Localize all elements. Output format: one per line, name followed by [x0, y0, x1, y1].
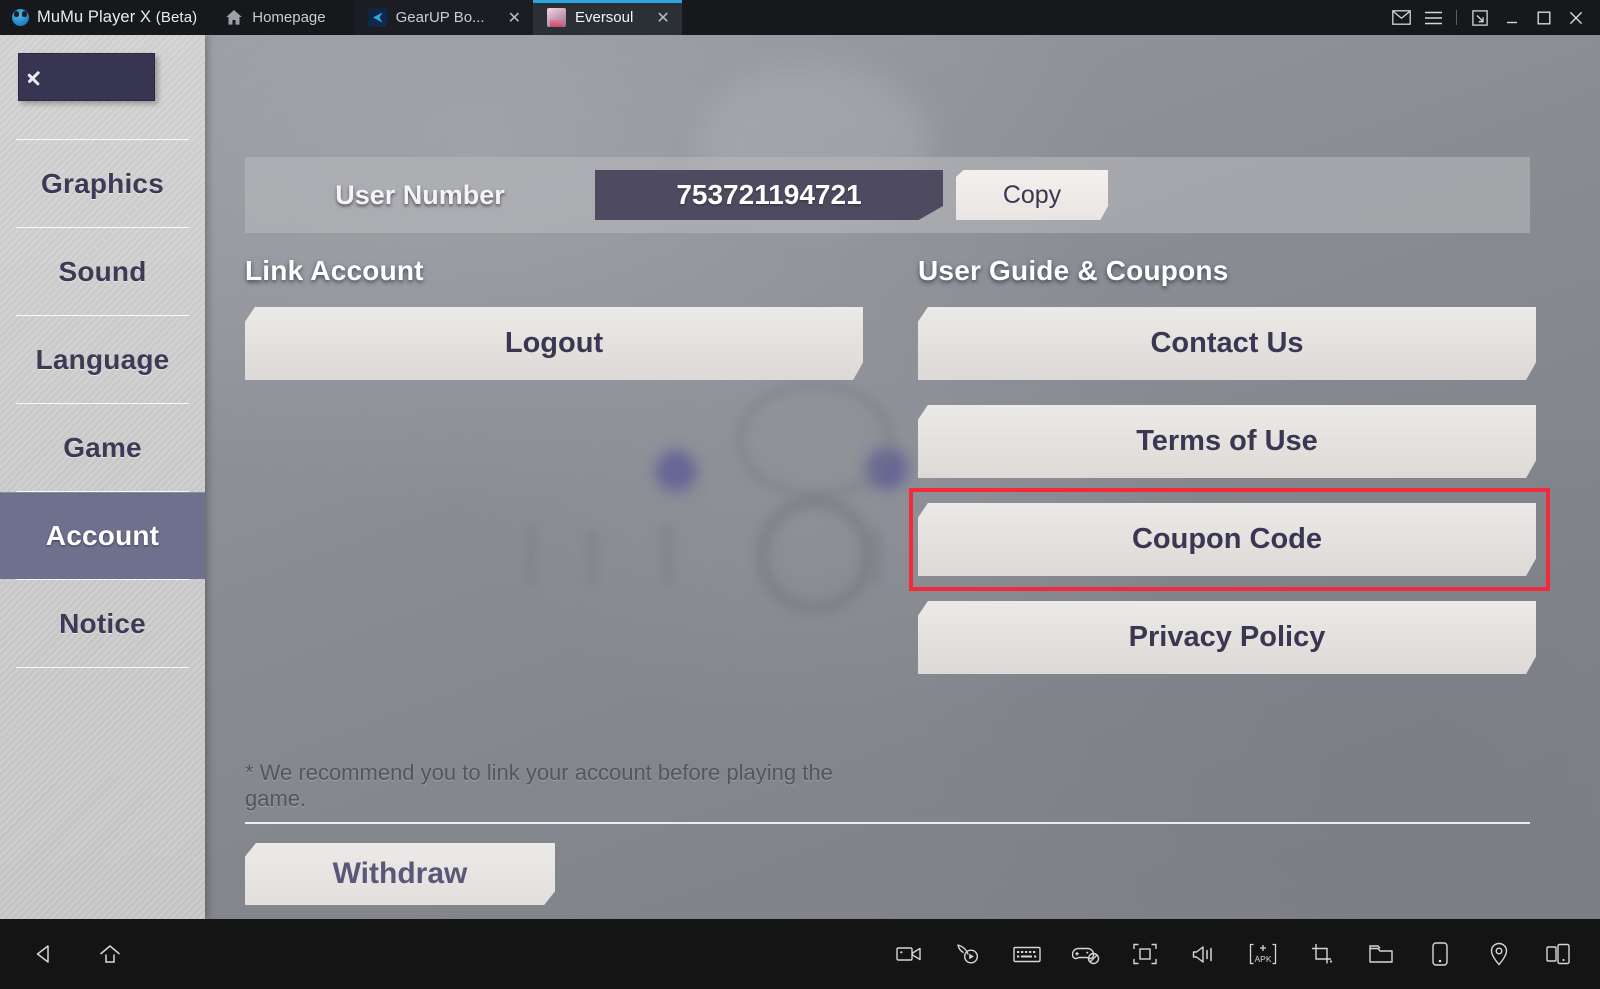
crop-screenshot-icon[interactable] [1300, 931, 1344, 977]
sidebar-item-label: Sound [58, 255, 147, 287]
section-divider [245, 822, 1530, 824]
coupon-code-button[interactable]: Coupon Code [918, 503, 1536, 576]
tab-gearup-booster[interactable]: GearUP Bo... ✕ [353, 0, 533, 35]
minimize-icon[interactable] [1496, 0, 1528, 35]
tab-homepage[interactable]: Homepage [211, 0, 354, 35]
volume-icon[interactable] [1182, 931, 1226, 977]
tab-close-icon[interactable]: ✕ [508, 9, 521, 26]
tab-close-icon[interactable]: ✕ [656, 9, 669, 26]
sidebar-item-sound[interactable]: Sound [0, 228, 205, 315]
contact-us-button[interactable]: Contact Us [918, 307, 1536, 380]
user-guide-title: User Guide & Coupons [918, 255, 1229, 286]
sidebar-item-language[interactable]: Language [0, 316, 205, 403]
svg-text:APK: APK [1254, 954, 1271, 964]
game-viewport: Graphics Sound Language Game Account Not… [0, 35, 1600, 919]
sidebar-item-account[interactable]: Account [0, 492, 205, 579]
user-number-value: 753721194721 [595, 170, 943, 220]
tab-label: Homepage [252, 9, 326, 26]
app-title-beta: (Beta) [155, 9, 198, 26]
fullscreen-icon[interactable] [1123, 931, 1167, 977]
app-title: MuMu Player X (Beta) [37, 8, 197, 27]
settings-nav-list: Graphics Sound Language Game Account Not… [0, 139, 205, 668]
chevron-left-icon [37, 64, 52, 90]
sidebar-item-label: Notice [59, 607, 146, 639]
mumu-logo-icon [12, 9, 29, 26]
sidebar-item-game[interactable]: Game [0, 404, 205, 491]
tab-label: Eversoul [574, 9, 634, 26]
app-brand: MuMu Player X (Beta) [0, 0, 211, 35]
coupon-code-highlight-wrapper: Coupon Code [909, 488, 1550, 591]
keyboard-icon[interactable] [1005, 931, 1049, 977]
close-icon[interactable] [1560, 0, 1592, 35]
record-video-icon[interactable] [887, 931, 931, 977]
back-button[interactable] [18, 53, 155, 101]
macro-play-icon[interactable] [946, 931, 990, 977]
sidebar-item-graphics[interactable]: Graphics [0, 140, 205, 227]
privacy-policy-button[interactable]: Privacy Policy [918, 601, 1536, 674]
emulator-tools: APK [887, 931, 1600, 977]
rotate-screen-icon[interactable] [1418, 931, 1462, 977]
restore-icon[interactable] [1464, 0, 1496, 35]
sidebar-item-label: Graphics [41, 167, 164, 199]
settings-sidebar: Graphics Sound Language Game Account Not… [0, 35, 205, 919]
link-account-title: Link Account [245, 255, 424, 286]
account-note: * We recommend you to link your account … [245, 760, 833, 811]
tab-eversoul[interactable]: Eversoul ✕ [532, 0, 682, 35]
copy-button[interactable]: Copy [956, 170, 1108, 220]
android-back-icon[interactable] [22, 931, 66, 977]
gearup-icon [367, 8, 387, 27]
sidebar-item-label: Game [63, 431, 142, 463]
control-divider [1456, 10, 1457, 25]
app-title-text: MuMu Player X [37, 8, 152, 26]
sidebar-item-label: Account [45, 519, 160, 551]
android-nav-buttons [0, 931, 132, 977]
tab-label: GearUP Bo... [395, 9, 485, 26]
sidebar-item-label: Language [35, 343, 170, 375]
user-guide-section: User Guide & Coupons Contact Us Terms of… [909, 255, 1550, 699]
eversoul-icon [546, 8, 566, 27]
withdraw-button[interactable]: Withdraw [245, 843, 555, 905]
logout-button[interactable]: Logout [245, 307, 863, 380]
android-home-icon[interactable] [88, 931, 132, 977]
sidebar-item-notice[interactable]: Notice [0, 580, 205, 667]
user-number-row: User Number 753721194721 Copy [245, 157, 1530, 233]
home-icon [225, 9, 243, 26]
emulator-bottom-bar: APK [0, 919, 1600, 989]
window-controls [1385, 0, 1600, 35]
folder-icon[interactable] [1359, 931, 1403, 977]
menu-icon[interactable] [1417, 0, 1449, 35]
nav-divider [16, 667, 189, 668]
mail-icon[interactable] [1385, 0, 1417, 35]
link-account-section: Link Account Logout [245, 255, 863, 405]
user-number-label: User Number [335, 179, 505, 210]
location-icon[interactable] [1477, 931, 1521, 977]
apk-install-icon[interactable]: APK [1241, 931, 1285, 977]
terms-of-use-button[interactable]: Terms of Use [918, 405, 1536, 478]
window-title-bar: MuMu Player X (Beta) Homepage GearUP Bo.… [0, 0, 1600, 35]
account-panel: User Number 753721194721 Copy Link Accou… [205, 35, 1600, 919]
maximize-icon[interactable] [1528, 0, 1560, 35]
gamepad-disabled-icon[interactable] [1064, 931, 1108, 977]
multi-instance-icon[interactable] [1536, 931, 1580, 977]
title-bar-spacer [682, 0, 1385, 35]
